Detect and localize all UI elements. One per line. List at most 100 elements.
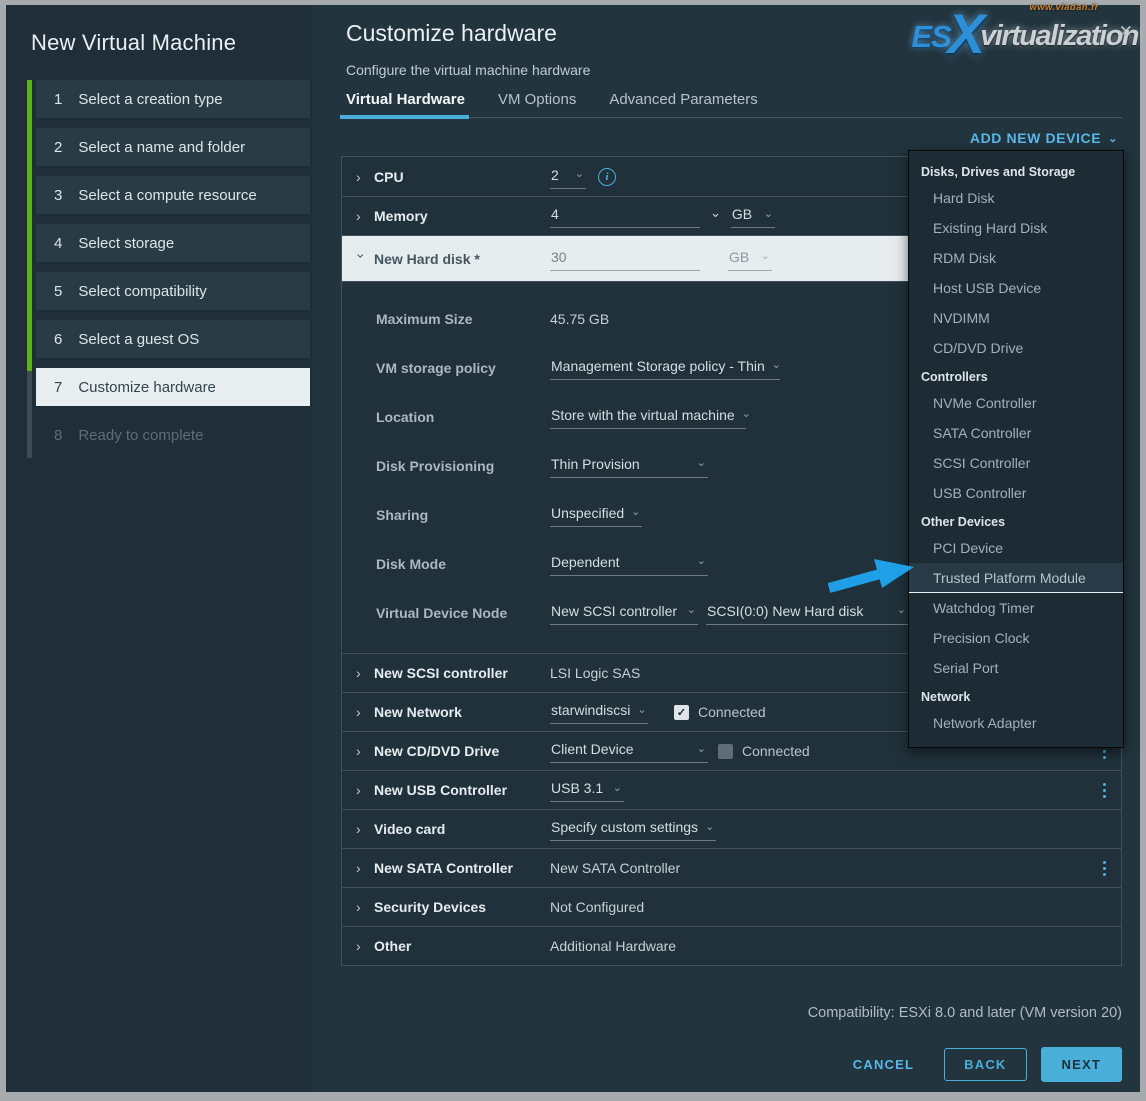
row-label: New Hard disk *	[374, 251, 480, 267]
maximum-size-value-text: 45.75 GB	[550, 311, 609, 327]
cancel-button[interactable]: CANCEL	[853, 1057, 914, 1072]
tab-vm-options[interactable]: VM Options	[498, 91, 576, 117]
menu-item-usb-controller[interactable]: USB Controller	[909, 478, 1123, 508]
checkbox-label: Connected	[742, 743, 810, 759]
chevron-down-icon: ⌄	[631, 509, 640, 516]
cpu-2-select[interactable]: 2⌄	[550, 165, 586, 189]
step-label: Select a guest OS	[78, 331, 199, 348]
detail-label: Disk Provisioning	[376, 458, 550, 474]
expand-chevron-icon[interactable]: ›	[356, 939, 367, 953]
expand-chevron-icon[interactable]: ›	[356, 170, 367, 184]
disk-provisioning-thin-provision-select[interactable]: Thin Provision⌄	[550, 454, 708, 478]
step-label: Ready to complete	[78, 427, 203, 444]
select-value: starwindiscsi	[551, 702, 630, 718]
expand-chevron-icon[interactable]: ›	[356, 209, 367, 223]
row-label-box: ›New CD/DVD Drive	[356, 743, 550, 759]
row-label-box: › New USB Controller	[356, 782, 550, 798]
step-label: Select a creation type	[78, 91, 222, 108]
kebab-dot	[1103, 795, 1106, 798]
vm-storage-policy-management-storage-policy-thin-select[interactable]: Management Storage policy - Thin⌄	[550, 356, 780, 380]
sidebar-step-select-a-name-and-folder[interactable]: 2Select a name and folder	[36, 128, 310, 166]
row-actions-kebab-icon[interactable]	[1098, 779, 1111, 802]
new-usb-controller-usb-3-1-select[interactable]: USB 3.1⌄	[550, 778, 624, 802]
security-devices-value-text: Not Configured	[550, 899, 644, 915]
hw-row-security-devices[interactable]: ›Security DevicesNot Configured	[342, 887, 1121, 926]
hw-row-video-card[interactable]: ›Video cardSpecify custom settings⌄	[342, 809, 1121, 848]
menu-item-scsi-controller[interactable]: SCSI Controller	[909, 448, 1123, 478]
next-button[interactable]: NEXT	[1041, 1047, 1122, 1082]
hw-row-other[interactable]: ›OtherAdditional Hardware	[342, 926, 1121, 965]
chevron-down-icon: ⌄	[897, 607, 906, 614]
detail-label: Disk Mode	[376, 556, 550, 572]
row-label: New Network	[374, 704, 462, 720]
disk-mode-dependent-select[interactable]: Dependent⌄	[550, 552, 708, 576]
expand-chevron-icon[interactable]: ›	[356, 822, 367, 836]
select-value: Management Storage policy - Thin	[551, 358, 765, 374]
menu-item-precision-clock[interactable]: Precision Clock	[909, 623, 1123, 653]
new-hard-disk-value-input[interactable]: 30	[550, 247, 700, 271]
menu-item-sata-controller[interactable]: SATA Controller	[909, 418, 1123, 448]
menu-item-network-adapter[interactable]: Network Adapter	[909, 708, 1123, 738]
row-actions-kebab-icon[interactable]	[1098, 857, 1111, 880]
menu-item-host-usb-device[interactable]: Host USB Device	[909, 273, 1123, 303]
select-value: Dependent	[551, 554, 620, 570]
menu-item-existing-hard-disk[interactable]: Existing Hard Disk	[909, 213, 1123, 243]
step-list: 1Select a creation type 2Select a name an…	[27, 80, 310, 454]
row-label: New USB Controller	[374, 782, 507, 798]
select-value: 2	[551, 167, 559, 183]
location-store-with-the-virtual-machine-select[interactable]: Store with the virtual machine⌄	[550, 405, 746, 429]
sidebar-step-select-a-creation-type[interactable]: 1Select a creation type	[36, 80, 310, 118]
stepper-chevron-icon[interactable]: ⌄	[710, 209, 721, 217]
select-value: Unspecified	[551, 505, 624, 521]
menu-item-hard-disk[interactable]: Hard Disk	[909, 183, 1123, 213]
expand-chevron-icon[interactable]: ›	[356, 861, 367, 875]
new-hard-disk-gb-select: GB⌄	[728, 247, 772, 271]
row-label-box: ›Other	[356, 938, 550, 954]
step-number: 8	[54, 427, 62, 444]
expand-chevron-icon[interactable]: ›	[356, 783, 367, 797]
tab-virtual-hardware[interactable]: Virtual Hardware	[346, 91, 465, 117]
menu-item-serial-port[interactable]: Serial Port	[909, 653, 1123, 683]
back-button[interactable]: BACK	[944, 1048, 1026, 1081]
expand-chevron-icon[interactable]: ›	[356, 666, 367, 680]
memory-gb-select[interactable]: GB⌄	[731, 204, 775, 228]
hw-row-new-sata-controller[interactable]: ›New SATA ControllerNew SATA Controller	[342, 848, 1121, 887]
select-value: SCSI(0:0) New Hard disk	[707, 603, 863, 619]
collapse-chevron-icon[interactable]: ›	[355, 253, 369, 264]
virtual-device-node-new-scsi-controller-select[interactable]: New SCSI controller⌄	[550, 601, 698, 625]
memory-value-input[interactable]: 4	[550, 204, 700, 228]
menu-item-watchdog-timer[interactable]: Watchdog Timer	[909, 593, 1123, 623]
new-cd-dvd-drive-client-device-select[interactable]: Client Device⌄	[550, 739, 708, 763]
expand-chevron-icon[interactable]: ›	[356, 744, 367, 758]
sidebar-step-select-a-guest-os[interactable]: 6Select a guest OS	[36, 320, 310, 358]
tab-advanced-parameters[interactable]: Advanced Parameters	[609, 91, 757, 117]
sharing-unspecified-select[interactable]: Unspecified ⌄	[550, 503, 642, 527]
expand-chevron-icon[interactable]: ›	[356, 900, 367, 914]
menu-item-nvme-controller[interactable]: NVMe Controller	[909, 388, 1123, 418]
menu-item-pci-device[interactable]: PCI Device	[909, 533, 1123, 563]
add-new-device-button[interactable]: ADD NEW DEVICE ⌄	[970, 130, 1118, 146]
new-network-connected-checkbox[interactable]: ✓Connected	[674, 704, 766, 720]
sidebar-step-select-storage[interactable]: 4Select storage	[36, 224, 310, 262]
menu-item-cd-dvd-drive[interactable]: CD/DVD Drive	[909, 333, 1123, 363]
info-icon[interactable]: i	[598, 168, 616, 186]
expand-chevron-icon[interactable]: ›	[356, 705, 367, 719]
menu-item-trusted-platform-module[interactable]: Trusted Platform Module	[909, 563, 1123, 593]
sidebar-step-select-a-compute-resource[interactable]: 3Select a compute resource	[36, 176, 310, 214]
virtual-device-node-scsi-0-0-new-hard-disk-select[interactable]: SCSI(0:0) New Hard disk ⌄	[706, 601, 908, 625]
select-value: Client Device	[551, 741, 633, 757]
chevron-down-icon: ⌄	[764, 211, 773, 218]
video-card-specify-custom-settings-select[interactable]: Specify custom settings⌄	[550, 817, 716, 841]
sidebar-step-customize-hardware[interactable]: 7Customize hardware	[36, 368, 310, 406]
menu-item-rdm-disk[interactable]: RDM Disk	[909, 243, 1123, 273]
detail-label: Location	[376, 409, 550, 425]
row-label-box: ›Memory	[356, 208, 550, 224]
detail-label: Virtual Device Node	[376, 605, 550, 621]
menu-item-nvdimm[interactable]: NVDIMM	[909, 303, 1123, 333]
sidebar-step-select-compatibility[interactable]: 5Select compatibility	[36, 272, 310, 310]
step-label: Select storage	[78, 235, 174, 252]
hw-row-new-usb-controller[interactable]: › New USB Controller USB 3.1⌄	[342, 770, 1121, 809]
new-cd-dvd-drive-connected-checkbox[interactable]: Connected	[718, 743, 810, 759]
new-network-starwindiscsi-select[interactable]: starwindiscsi⌄	[550, 700, 648, 724]
new-scsi-controller-value-text: LSI Logic SAS	[550, 665, 640, 681]
